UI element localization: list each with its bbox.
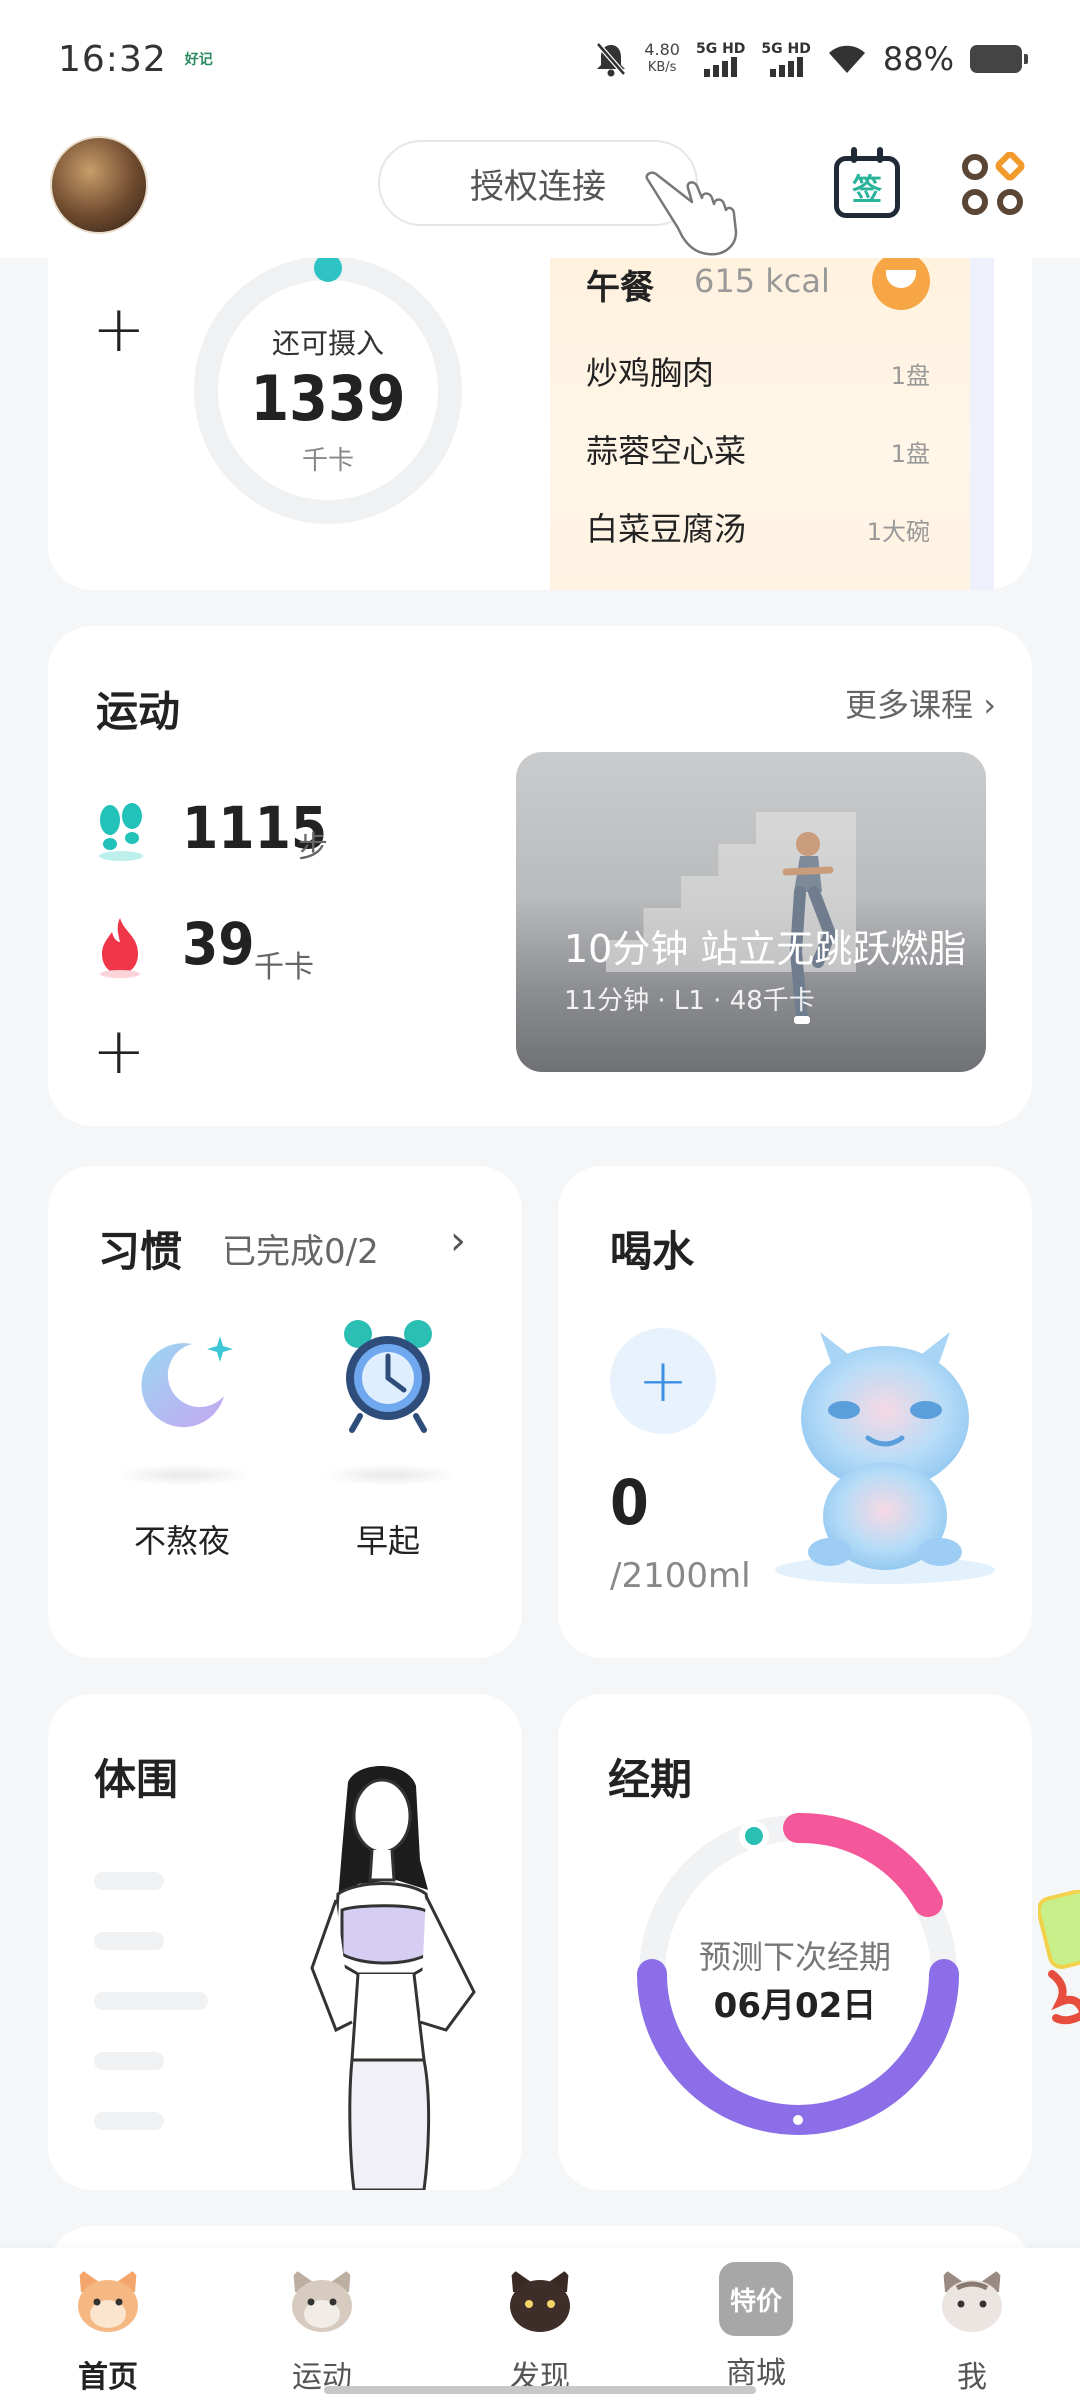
nav-item-sport[interactable]: 运动 [262, 2262, 382, 2396]
nav-item-discover[interactable]: 发现 [480, 2262, 600, 2396]
period-title: 经期 [608, 1755, 693, 1804]
meal-item-qty: 1盘 [890, 362, 930, 390]
meal-item-name: 白菜豆腐汤 [586, 510, 747, 548]
habit-label: 早起 [355, 1522, 420, 1560]
placeholder-line [94, 1932, 164, 1950]
sign-in-calendar-icon[interactable]: 签 [834, 147, 900, 218]
special-price-icon: 特价 [719, 2262, 793, 2336]
footprints-icon [99, 803, 143, 861]
status-time: 16:32 [58, 38, 167, 80]
meal-item-qty: 1盘 [890, 440, 930, 468]
period-subtitle: 预测下次经期 [698, 1938, 891, 1976]
cat-gray-icon [292, 2268, 352, 2332]
sport-kcal-value: 39 [182, 910, 255, 978]
cat-orange-icon [78, 2268, 138, 2332]
flame-icon [100, 918, 140, 978]
course-meta: 11分钟 · L1 · 48千卡 [564, 986, 815, 1016]
chevron-right-icon: › [983, 686, 996, 724]
water-title: 喝水 [610, 1227, 695, 1276]
sim1-label: 5G HD [695, 41, 746, 57]
sim2-label: 5G HD [761, 41, 811, 57]
steps-unit: 步 [298, 830, 328, 865]
placeholder-line [94, 1872, 164, 1890]
meal-kcal: 615 kcal [694, 262, 830, 300]
apps-grid-icon[interactable] [960, 152, 1026, 218]
bottom-nav: 首页 运动 发现 特价 商城 我 [0, 2248, 1080, 2400]
net-speed-unit: KB/s [647, 60, 677, 75]
nav-label: 我 [957, 2360, 987, 2395]
habit-label: 不熬夜 [133, 1522, 230, 1560]
placeholder-line [94, 1992, 208, 2010]
more-courses-label: 更多课程 [845, 686, 974, 724]
meal-item-qty: 1大碗 [866, 518, 930, 546]
water-card[interactable]: 喝水 + 0 /2100ml [558, 1166, 1032, 1658]
status-icons: 4.80 KB/s 5G HD 5G HD 88% [594, 40, 1028, 78]
habit-card[interactable]: 习惯 已完成0/2 › 不熬夜 早起 [48, 1166, 522, 1658]
meal-title: 午餐 [586, 268, 654, 308]
nav-item-me[interactable]: 我 [912, 2262, 1032, 2396]
moon-icon[interactable] [128, 1328, 238, 1438]
status-app-indicator: 好记 [184, 52, 213, 68]
remaining-value: 1339 [250, 362, 406, 435]
course-video-card[interactable]: 10分钟 站立无跳跃燃脂 11分钟 · L1 · 48千卡 [516, 752, 986, 1072]
water-current: 0 [610, 1466, 649, 1539]
alarm-clock-icon[interactable] [338, 1318, 438, 1434]
cat-black-icon [510, 2268, 570, 2332]
placeholder-line [94, 2112, 164, 2130]
rice-bowl-icon [872, 252, 930, 310]
cat-tabby-icon [942, 2268, 1002, 2332]
sport-kcal-unit: 千卡 [254, 950, 314, 985]
net-speed-value: 4.80 [644, 40, 680, 59]
remaining-label: 还可摄入 [271, 327, 384, 360]
pointing-hand-icon [645, 171, 738, 256]
diet-card[interactable]: 还可摄入 1339 千卡 + 午餐 615 kcal 炒鸡胸肉 1盘 蒜蓉空心菜… [48, 230, 1032, 590]
sport-card[interactable]: 运动 更多课程 › 1115 步 39 千卡 + 10分钟 站立无跳跃燃脂 11… [48, 626, 1032, 1126]
signal-bars-icon [769, 57, 803, 77]
sim2-signal: 5G HD [761, 41, 811, 77]
battery-percent: 88% [882, 40, 954, 78]
special-price-badge: 特价 [729, 2286, 782, 2317]
calorie-ring: 还可摄入 1339 千卡 [188, 250, 468, 530]
nav-item-home[interactable]: 首页 [48, 2262, 168, 2396]
meal-item-name: 蒜蓉空心菜 [586, 432, 747, 470]
body-measure-card[interactable]: 体围 [48, 1694, 522, 2190]
nav-label: 首页 [78, 2360, 138, 2395]
lunch-panel[interactable]: 午餐 615 kcal 炒鸡胸肉 1盘 蒜蓉空心菜 1盘 白菜豆腐汤 1大碗 [550, 230, 994, 590]
chevron-right-icon[interactable]: › [450, 1218, 466, 1264]
water-goal: /2100ml [610, 1556, 751, 1596]
habit-title: 习惯 [98, 1227, 183, 1276]
add-food-button[interactable]: + [92, 298, 146, 362]
habit-progress: 已完成0/2 [222, 1232, 379, 1272]
status-bar: 16:32 好记 4.80 KB/s 5G HD 5G HD 88% [0, 0, 1080, 118]
more-courses-link[interactable]: 更多课程 › [845, 680, 996, 726]
network-speed: 4.80 KB/s [644, 41, 680, 77]
add-water-button[interactable]: + [610, 1328, 716, 1434]
sim1-signal: 5G HD [696, 41, 745, 77]
remaining-unit: 千卡 [301, 446, 354, 476]
woman-figure-illustration-icon [310, 1765, 476, 2190]
body-title: 体围 [94, 1755, 179, 1804]
nav-item-mall[interactable]: 特价 商城 [696, 2262, 816, 2392]
authorize-connect-label: 授权连接 [470, 166, 606, 207]
home-indicator[interactable] [324, 2386, 756, 2394]
header-bar: 授权连接 签 [0, 118, 1080, 258]
period-card[interactable]: 经期 预测下次经期 06月02日 [558, 1694, 1032, 2190]
sport-title: 运动 [96, 687, 181, 736]
sign-in-icon-text: 签 [852, 173, 882, 208]
add-exercise-button[interactable]: + [92, 1020, 146, 1084]
wifi-icon [828, 45, 865, 73]
placeholder-line [94, 2052, 164, 2070]
meal-item-name: 炒鸡胸肉 [586, 354, 715, 392]
course-title: 10分钟 站立无跳跃燃脂 [564, 927, 967, 971]
water-dragon-mascot-icon [775, 1332, 995, 1584]
battery-icon [970, 45, 1028, 73]
signal-bars-icon [704, 57, 738, 77]
period-date: 06月02日 [713, 1986, 877, 2026]
mute-bell-icon [596, 42, 627, 77]
floating-promo-badge-icon[interactable] [1038, 1890, 1080, 2030]
user-avatar[interactable] [50, 136, 148, 234]
